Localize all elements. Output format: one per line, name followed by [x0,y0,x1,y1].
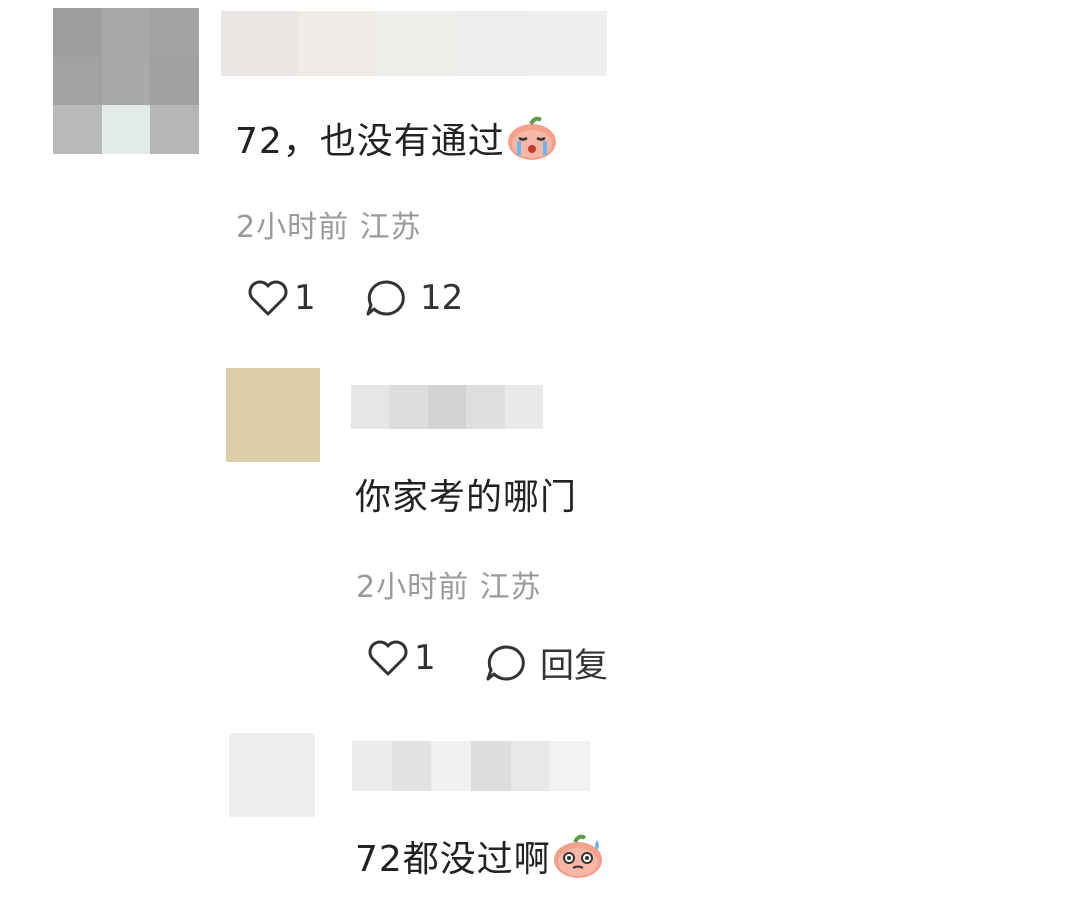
avatar[interactable] [53,8,199,154]
comment-bubble-icon [484,643,528,683]
like-button[interactable]: 1 [366,638,436,678]
username-blurred[interactable] [351,385,543,429]
comment-meta: 2小时前 江苏 [236,202,422,246]
crying-peach-emoji [505,116,559,171]
comment-meta: 2小时前 江苏 [356,562,542,606]
username-blurred[interactable] [221,11,607,76]
reply-button[interactable]: 回复 [484,638,608,687]
comment-time: 2小时前 [356,570,470,605]
comment-time: 2小时前 [236,210,350,245]
sweating-peach-emoji [551,834,605,889]
comment-text: 72都没过啊 [355,830,605,889]
like-count: 1 [414,638,436,678]
comment-bubble-icon [364,278,408,318]
reply-button[interactable]: 12 [364,278,463,318]
heart-icon [366,638,410,678]
comment-text: 你家考的哪门 [355,477,578,518]
reply-label: 回复 [540,646,608,686]
like-count: 1 [294,278,316,318]
reply-count: 12 [420,278,464,318]
comment-text-content: 72都没过啊 [355,839,551,880]
like-button[interactable]: 1 [246,278,316,318]
comment-location: 江苏 [359,210,422,245]
username-blurred[interactable] [352,741,590,791]
comment-text: 72，也没有通过 [235,112,559,171]
comment-location: 江苏 [479,570,542,605]
comment-text-content: 72，也没有通过 [235,121,505,162]
heart-icon [246,278,290,318]
avatar[interactable] [226,368,320,462]
avatar[interactable] [229,733,315,817]
